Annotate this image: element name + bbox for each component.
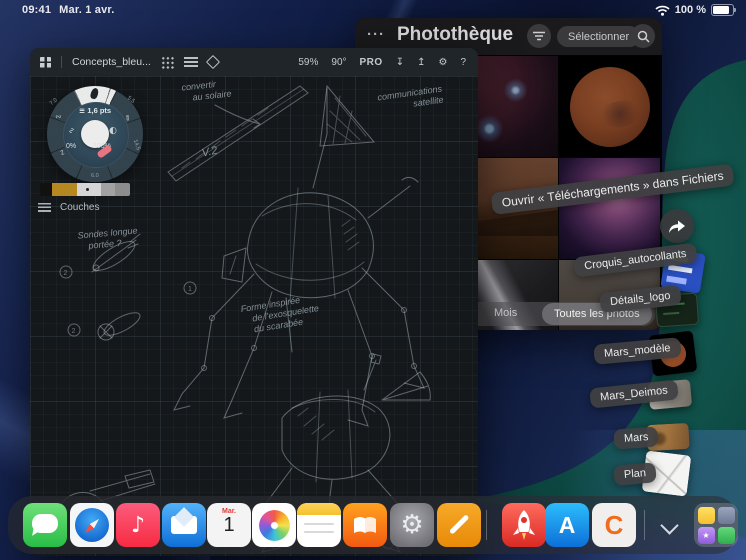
shape-guide-icon[interactable] (205, 54, 220, 70)
pro-badge[interactable]: PRO (360, 57, 383, 68)
document-title[interactable]: Concepts_bleu... (72, 56, 151, 68)
gallery-grid-icon[interactable] (40, 56, 51, 68)
dock-app-concepts[interactable]: C (592, 503, 636, 547)
dock-app-pencil[interactable] (437, 503, 481, 547)
color-swatch-dark-gray[interactable] (115, 183, 130, 196)
search-icon (637, 30, 650, 43)
calendar-day: 1 (223, 514, 235, 536)
dock-app-safari[interactable] (70, 503, 114, 547)
share-forward-button[interactable] (660, 209, 694, 243)
layers-menu-icon (38, 203, 51, 212)
messages-bubble-icon (32, 514, 58, 533)
dock-app-mail[interactable] (162, 503, 206, 547)
status-bar: 09:41 Mar. 1 avr. 100 % (0, 0, 746, 20)
help-button[interactable]: ? (460, 57, 466, 68)
tool-wheel[interactable]: 7.0 5.5 14.5 6.0 ∿ ✎ ∿ ≡ 1,6 pts ∿ ◐ 0% … (47, 86, 143, 182)
drag-label-mars[interactable]: Mars (613, 426, 660, 450)
dock-app-music[interactable]: ♪ (116, 503, 160, 547)
open-book-icon (354, 517, 376, 533)
dock-app-calendar[interactable]: Mar. 1 (207, 503, 251, 547)
dock: ♪ Mar. 1 ⚙ A C ★ (8, 496, 738, 554)
concepts-c-icon: C (604, 509, 624, 540)
color-swatch-black[interactable] (40, 183, 52, 196)
stroke-size-value: ≡ 1,6 pts (78, 106, 112, 115)
dock-divider (644, 510, 645, 540)
chevron-down-icon (660, 516, 679, 535)
import-icon[interactable]: ↧ (396, 57, 404, 68)
zoom-level[interactable]: 59% (298, 57, 318, 68)
date: Mar. 1 avr. (59, 4, 115, 16)
music-note-icon: ♪ (130, 512, 146, 538)
select-button[interactable]: Sélectionner (557, 26, 641, 47)
concepts-window: Concepts_bleu... 59% 90° PRO ↧ ↥ ⚙ ? 2 1… (30, 48, 478, 556)
pencil-icon (448, 514, 470, 535)
clock: 09:41 (22, 4, 52, 16)
dock-app-appstore[interactable]: A (545, 503, 589, 547)
toolbar-divider (61, 56, 62, 68)
min-opacity-label: 0% (66, 143, 77, 150)
wifi-icon (655, 5, 670, 16)
app-library-tile (717, 506, 735, 524)
appstore-a-icon: A (558, 511, 576, 538)
export-icon[interactable]: ↥ (417, 57, 425, 68)
mail-envelope-icon (171, 516, 197, 534)
rocket-icon (513, 510, 535, 540)
dock-app-messages[interactable] (23, 503, 67, 547)
dock-app-photos[interactable] (252, 503, 296, 547)
photos-flower-icon (258, 509, 290, 541)
gear-icon: ⚙ (400, 510, 424, 540)
photos-title: Photothèque (397, 24, 514, 45)
notes-band-icon (297, 503, 341, 515)
layers-button[interactable]: Couches (38, 202, 99, 213)
color-swatch-light-gray[interactable] (77, 183, 101, 196)
filter-button[interactable] (527, 24, 551, 48)
search-button[interactable] (631, 24, 655, 48)
color-swatch-gold[interactable] (52, 183, 77, 196)
color-swatch-gray[interactable] (101, 183, 115, 196)
svg-text:1: 1 (188, 286, 192, 293)
forward-arrow-icon (669, 220, 685, 233)
color-palette-strip[interactable] (40, 183, 130, 196)
dock-app-notes[interactable] (297, 503, 341, 547)
filter-icon (533, 31, 545, 41)
battery-percent: 100 % (674, 4, 706, 16)
layers-panel-icon[interactable] (183, 57, 198, 67)
app-library-tile: ★ (697, 526, 715, 544)
drag-label-plan[interactable]: Plan (613, 462, 657, 486)
svg-text:2: 2 (64, 270, 68, 277)
svg-text:2: 2 (72, 328, 76, 335)
app-library-tile (717, 526, 735, 544)
concepts-toolbar: Concepts_bleu... 59% 90° PRO ↧ ↥ ⚙ ? (30, 48, 478, 76)
precision-grid-icon[interactable] (160, 55, 174, 69)
app-library-tile (697, 506, 715, 524)
dock-app-rocket[interactable] (502, 503, 546, 547)
rotation-angle[interactable]: 90° (331, 57, 346, 68)
layers-label: Couches (60, 202, 100, 213)
settings-gear-icon[interactable]: ⚙ (438, 57, 447, 68)
tab-months[interactable]: Mois (494, 307, 517, 319)
dock-chevron-down[interactable] (660, 516, 680, 535)
battery-icon (711, 4, 736, 16)
dock-app-books[interactable] (343, 503, 387, 547)
opacity-half-icon: ◐ (109, 126, 117, 136)
dock-app-library[interactable]: ★ (694, 503, 738, 547)
tool-size-label: 6.0 (91, 173, 99, 179)
smoothing-icon: ∿ (66, 127, 76, 134)
dock-app-settings[interactable]: ⚙ (390, 503, 434, 547)
more-options-button[interactable]: ··· (367, 26, 385, 43)
dock-divider (486, 510, 487, 540)
ipad-screen: ··· Photothèque Sélectionner Mois Toutes… (0, 0, 746, 560)
